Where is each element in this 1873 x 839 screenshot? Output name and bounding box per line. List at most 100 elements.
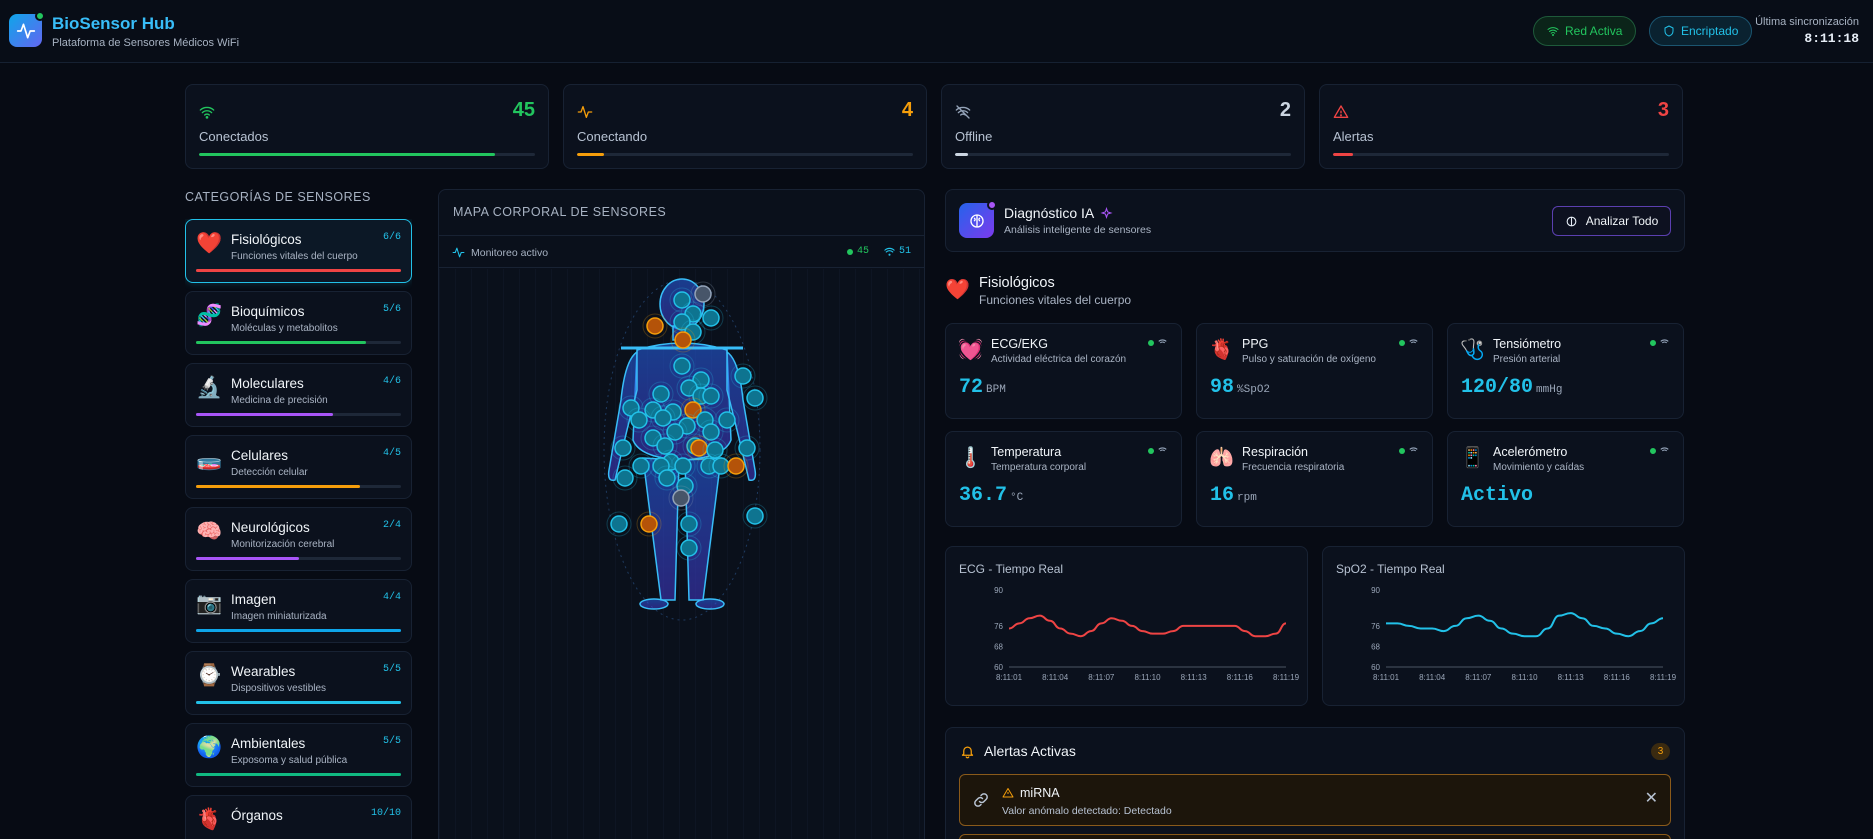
category-progress <box>196 629 401 632</box>
analyze-all-button[interactable]: Analizar Todo <box>1552 206 1671 236</box>
heartbeat-icon: 💓 <box>958 339 983 361</box>
body-sensor-dot[interactable] <box>738 439 756 457</box>
category-item-celulares[interactable]: 🧫 Celulares Detección celular 4/5 <box>185 435 412 499</box>
body-sensor-dot[interactable] <box>702 309 720 327</box>
ai-title: Diagnóstico IA <box>1004 205 1113 221</box>
category-count: 4/4 <box>382 592 401 603</box>
sensor-reading: 16 rpm <box>1210 484 1257 507</box>
thermometer-icon: 🌡️ <box>958 447 983 469</box>
category-count: 10/10 <box>370 808 401 819</box>
body-sensor-dot[interactable] <box>646 317 664 335</box>
body-sensor-dot[interactable] <box>666 423 684 441</box>
spo2-chart-card: SpO2 - Tiempo Real 60 68 76 90 8:11:01 8:11:0… <box>1322 546 1685 706</box>
petri-dish-icon: 🧫 <box>196 448 223 471</box>
body-sensor-dot[interactable] <box>640 515 658 533</box>
sensor-card-temperature[interactable]: 🌡️ Temperatura Temperatura corporal 36.7… <box>945 431 1182 527</box>
category-name: Moleculares <box>231 376 304 391</box>
network-status-pill[interactable]: Red Activa <box>1533 16 1637 46</box>
monitoring-label: Monitoreo activo <box>471 246 549 259</box>
category-item-fisiologicos[interactable]: ❤️ Fisiológicos Funciones vitales del cu… <box>185 219 412 283</box>
sensor-card-ecg[interactable]: 💓 ECG/EKG Actividad eléctrica del corazó… <box>945 323 1182 419</box>
sensor-card-ppg[interactable]: 🫀 PPG Pulso y saturación de oxígeno 98 %S… <box>1196 323 1433 419</box>
x-tick-label: 8:11:19 <box>1650 673 1677 682</box>
sensor-status <box>1650 338 1669 347</box>
x-tick-label: 8:11:10 <box>1511 673 1538 682</box>
heart-icon: ❤️ <box>945 279 970 301</box>
category-progress <box>196 413 401 416</box>
body-sensor-dot[interactable] <box>658 469 676 487</box>
anatomical-heart-icon: 🫀 <box>1209 339 1234 361</box>
category-name: Imagen <box>231 592 277 607</box>
close-icon[interactable]: ✕ <box>1645 791 1658 807</box>
sensor-name: Temperatura <box>991 445 1062 459</box>
body-sensor-dot[interactable] <box>727 457 745 475</box>
wifi-off-icon <box>955 105 971 119</box>
body-sensor-dot[interactable] <box>614 439 632 457</box>
body-sensor-dot[interactable] <box>652 385 670 403</box>
body-sensor-dot[interactable] <box>734 367 752 385</box>
body-sensor-dot[interactable] <box>746 507 764 525</box>
stat-label: Offline <box>955 129 993 144</box>
encryption-status-pill[interactable]: Encriptado <box>1649 16 1753 46</box>
alert-item[interactable] <box>959 834 1671 839</box>
body-sensor-dot[interactable] <box>690 439 708 457</box>
warning-icon <box>1002 788 1014 798</box>
category-desc: Moléculas y metabolitos <box>231 323 338 334</box>
wifi-icon <box>1409 339 1418 344</box>
map-status-bar: Monitoreo activo 45 51 <box>439 235 924 268</box>
category-item-bioquimicos[interactable]: 🧬 Bioquímicos Moléculas y metabolitos 5/… <box>185 291 412 355</box>
sensor-card-blood-pressure[interactable]: 🩺 Tensiómetro Presión arterial 120/80 mmH… <box>1447 323 1684 419</box>
category-item-imagen[interactable]: 📷 Imagen Imagen miniaturizada 4/4 <box>185 579 412 643</box>
body-sensor-dot[interactable] <box>712 457 730 475</box>
category-item-organos[interactable]: 🫀 Órganos 10/10 <box>185 795 412 839</box>
warning-icon <box>1333 105 1349 118</box>
dna-icon: 🧬 <box>196 304 223 327</box>
category-desc: Funciones vitales del cuerpo <box>231 251 358 262</box>
x-tick-label: 8:11:07 <box>1088 673 1115 682</box>
category-name: Neurológicos <box>231 520 310 535</box>
sensor-desc: Frecuencia respiratoria <box>1242 462 1345 473</box>
body-sensor-dot[interactable] <box>630 411 648 429</box>
brain-icon <box>1566 216 1577 226</box>
category-progress <box>196 701 401 704</box>
body-sensor-dot[interactable] <box>654 409 672 427</box>
category-item-moleculares[interactable]: 🔬 Moleculares Medicina de precisión 4/6 <box>185 363 412 427</box>
category-item-neurologicos[interactable]: 🧠 Neurológicos Monitorización cerebral 2… <box>185 507 412 571</box>
category-count: 4/5 <box>382 448 401 459</box>
category-desc: Medicina de precisión <box>231 395 328 406</box>
alert-item[interactable]: miRNA Valor anómalo detectado: Detectado… <box>959 774 1671 826</box>
category-progress <box>196 341 401 344</box>
y-tick-label: 90 <box>1371 586 1380 595</box>
body-sensor-dot[interactable] <box>694 285 712 303</box>
sensor-name: Acelerómetro <box>1493 445 1568 459</box>
body-figure <box>603 278 768 621</box>
sensor-card-respiration[interactable]: 🫁 Respiración Frecuencia respiratoria 16… <box>1196 431 1433 527</box>
app-subtitle: Plataforma de Sensores Médicos WiFi <box>52 37 240 49</box>
stethoscope-icon: 🩺 <box>1460 339 1485 361</box>
body-sensor-dot[interactable] <box>680 515 698 533</box>
stat-progress-bar <box>955 153 1291 156</box>
category-item-ambientales[interactable]: 🌍 Ambientales Exposoma y salud pública 5… <box>185 723 412 787</box>
y-tick-label: 76 <box>994 622 1003 631</box>
body-sensor-dot[interactable] <box>673 291 691 309</box>
sensor-desc: Temperatura corporal <box>991 462 1087 473</box>
stat-card-connected: 45 Conectados <box>185 84 549 169</box>
category-count: 5/5 <box>382 736 401 747</box>
body-sensor-dot[interactable] <box>672 489 690 507</box>
body-sensor-dot[interactable] <box>673 357 691 375</box>
network-status-label: Red Activa <box>1565 24 1623 38</box>
wifi-icon <box>1547 27 1559 36</box>
status-dot-icon <box>1148 339 1154 346</box>
active-alerts-panel: Alertas Activas 3 miRNA Valor anómalo de… <box>945 727 1685 839</box>
sensor-name: PPG <box>1242 337 1269 351</box>
body-sensor-dot[interactable] <box>702 387 720 405</box>
category-item-wearables[interactable]: ⌚ Wearables Dispositivos vestibles 5/5 <box>185 651 412 715</box>
body-sensor-dot[interactable] <box>680 539 698 557</box>
shield-icon <box>1664 25 1674 37</box>
wifi-icon <box>1158 447 1167 452</box>
body-sensor-dot[interactable] <box>674 331 692 349</box>
body-sensor-dot[interactable] <box>610 515 628 533</box>
sensor-card-accelerometer[interactable]: 📱 Acelerómetro Movimiento y caídas Activ… <box>1447 431 1684 527</box>
body-sensor-dot[interactable] <box>746 389 764 407</box>
body-sensor-dot[interactable] <box>616 469 634 487</box>
